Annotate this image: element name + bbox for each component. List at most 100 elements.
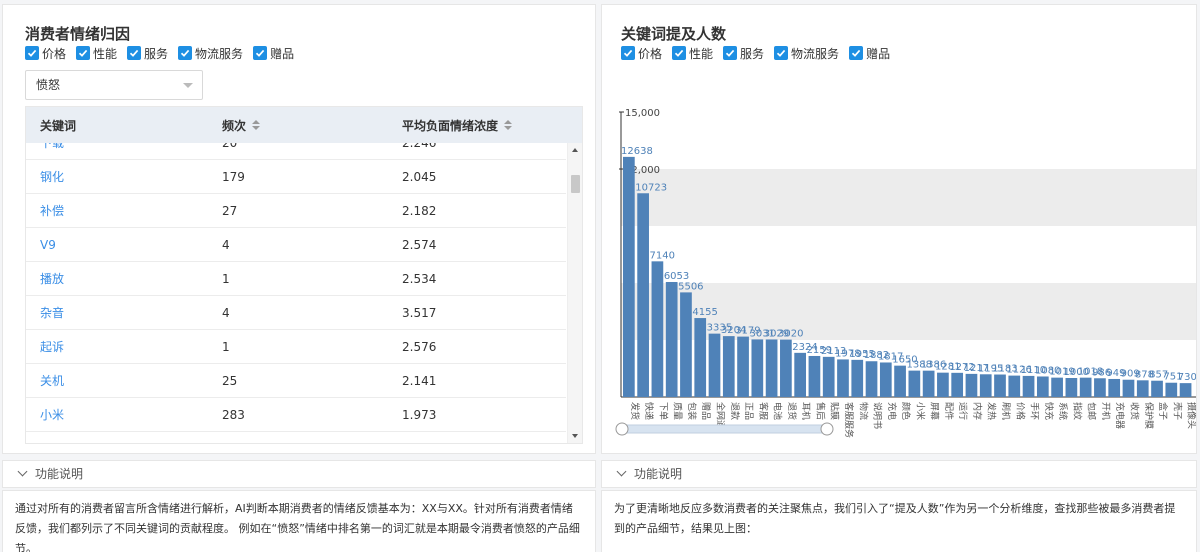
table-header: 关键词 频次 平均负面情绪浓度 (26, 107, 582, 143)
keyword-link[interactable]: 杂音 (40, 296, 64, 330)
x-tick-label: 包装 (686, 402, 698, 420)
chart-bar[interactable] (751, 339, 764, 397)
frequency-cell: 1 (222, 340, 230, 354)
frequency-cell: 25 (222, 374, 238, 388)
chart-bar[interactable] (837, 359, 849, 397)
keyword-link[interactable]: 关机 (40, 364, 64, 398)
emotion-select-value: 愤怒 (36, 78, 61, 92)
x-tick-label: 刷机 (1000, 402, 1012, 420)
scrollbar-thumb[interactable] (571, 175, 580, 193)
table-row[interactable]: V9 4 2.574 (26, 228, 566, 262)
chart-bar[interactable] (1051, 377, 1063, 397)
scroll-up-icon[interactable] (572, 148, 578, 152)
chart-bar[interactable] (965, 373, 978, 397)
chart-bar[interactable] (894, 365, 906, 397)
chart-bar[interactable] (1179, 383, 1192, 397)
chart-bar[interactable] (794, 352, 807, 397)
function-description-toggle[interactable]: 功能说明 (2, 460, 596, 488)
avg-negative-cell: 2.141 (402, 374, 437, 388)
keyword-link[interactable]: 下载 (40, 143, 64, 160)
chart-bar[interactable] (1065, 378, 1078, 397)
keyword-link[interactable]: 补偿 (40, 194, 64, 228)
chart-bar[interactable] (694, 318, 707, 397)
checkbox-checked-icon[interactable] (253, 46, 268, 60)
table-row[interactable]: 杂音 4 3.517 (26, 296, 566, 330)
chart-bar[interactable] (951, 372, 964, 397)
zoom-handle-end[interactable] (820, 422, 834, 436)
data-label: 730 (1178, 372, 1196, 383)
keyword-link[interactable]: V9 (40, 228, 56, 262)
chart-bar[interactable] (1079, 377, 1092, 397)
chart-bar[interactable] (1136, 380, 1149, 397)
sort-icon[interactable] (252, 120, 261, 130)
table-row[interactable]: 起诉 1 2.576 (26, 330, 566, 364)
x-tick-label: 正品 (743, 402, 754, 420)
chart-bar[interactable] (908, 370, 921, 397)
keyword-link[interactable]: 钢化 (40, 160, 64, 194)
chart-bar[interactable] (979, 374, 992, 397)
zoom-slider-range[interactable] (621, 424, 828, 434)
x-tick-label: 物流 (857, 402, 869, 420)
checkbox-checked-icon[interactable] (25, 46, 39, 60)
chart-bar[interactable] (722, 336, 735, 397)
column-header-frequency[interactable]: 频次 (222, 117, 261, 134)
filter-performance[interactable]: 性能 (76, 45, 117, 62)
frequency-cell: 4 (222, 238, 230, 252)
chart-bar[interactable] (1165, 382, 1178, 397)
chart-bar[interactable] (808, 355, 821, 397)
table-row[interactable]: 补偿 27 2.182 (26, 194, 566, 228)
chart-bar[interactable] (737, 336, 749, 397)
chart-bar[interactable] (765, 339, 778, 397)
sort-icon[interactable] (504, 120, 513, 130)
chart-bar[interactable] (1151, 380, 1163, 397)
chart-bar[interactable] (780, 339, 792, 397)
chart-bar[interactable] (922, 370, 935, 397)
chart-bar[interactable] (822, 356, 835, 397)
table-row[interactable]: 播放 1 2.534 (26, 262, 566, 296)
chart-bar[interactable] (623, 156, 635, 397)
chart-bar[interactable] (1094, 378, 1106, 397)
checkbox-checked-icon[interactable] (127, 46, 142, 60)
scroll-down-icon[interactable] (572, 434, 578, 438)
emotion-select[interactable]: 愤怒 (25, 70, 203, 100)
function-description-text: 通过对所有的消费者留言所含情绪进行解析，AI判断本期消费者的情绪反馈基本为：XX… (2, 490, 596, 552)
chart-bar[interactable] (1108, 378, 1121, 397)
table-row[interactable]: 钢化 179 2.045 (26, 160, 566, 194)
table-body: 下载 20 2.246 钢化 179 2.045 补偿 27 2.182 V9 4 2.574 播放 1 2… (26, 143, 566, 443)
chart-bar[interactable] (680, 292, 692, 397)
filter-service[interactable]: 服务 (127, 45, 168, 62)
keyword-link[interactable]: 播放 (40, 262, 64, 296)
chart-bar[interactable] (651, 261, 664, 397)
checkbox-checked-icon[interactable] (178, 46, 193, 60)
filter-gift[interactable]: 赠品 (253, 45, 294, 62)
keyword-link[interactable]: 小米 (40, 398, 64, 432)
filter-label: 服务 (144, 46, 169, 61)
chart-bar[interactable] (665, 281, 678, 397)
chart-bar[interactable] (1022, 375, 1035, 397)
chart-bar[interactable] (994, 374, 1006, 397)
table-row[interactable]: 小米 283 1.973 (26, 398, 566, 432)
column-header-avg-negative[interactable]: 平均负面情绪浓度 (402, 117, 513, 134)
chart-bar[interactable] (865, 361, 878, 397)
table-row[interactable]: 下载 20 2.246 (26, 143, 566, 160)
chart-bar[interactable] (851, 359, 864, 397)
chart-bar[interactable] (879, 362, 892, 397)
table-row[interactable]: 关机 25 2.141 (26, 364, 566, 398)
chart-bar[interactable] (1008, 375, 1021, 397)
keyword-table: 关键词 频次 平均负面情绪浓度 下载 20 2.246 钢化 179 2.045 补偿 27 2… (25, 106, 583, 444)
keyword-link[interactable]: 起诉 (40, 330, 64, 364)
chart-bar[interactable] (937, 372, 949, 397)
x-tick-label: 包邮 (1086, 402, 1098, 420)
chart-bar[interactable] (1036, 376, 1049, 397)
chart-bar[interactable] (1122, 379, 1135, 397)
chart-bar[interactable] (708, 333, 721, 397)
chart-bar[interactable] (637, 193, 649, 397)
function-description-toggle[interactable]: 功能说明 (601, 460, 1197, 488)
x-tick-label: 内存 (971, 402, 983, 420)
data-label: 3020 (778, 329, 803, 340)
filter-logistics[interactable]: 物流服务 (178, 45, 243, 62)
table-scrollbar[interactable] (567, 143, 582, 443)
filter-price[interactable]: 价格 (25, 45, 66, 62)
checkbox-checked-icon[interactable] (76, 46, 91, 60)
zoom-handle-start[interactable] (615, 422, 629, 436)
